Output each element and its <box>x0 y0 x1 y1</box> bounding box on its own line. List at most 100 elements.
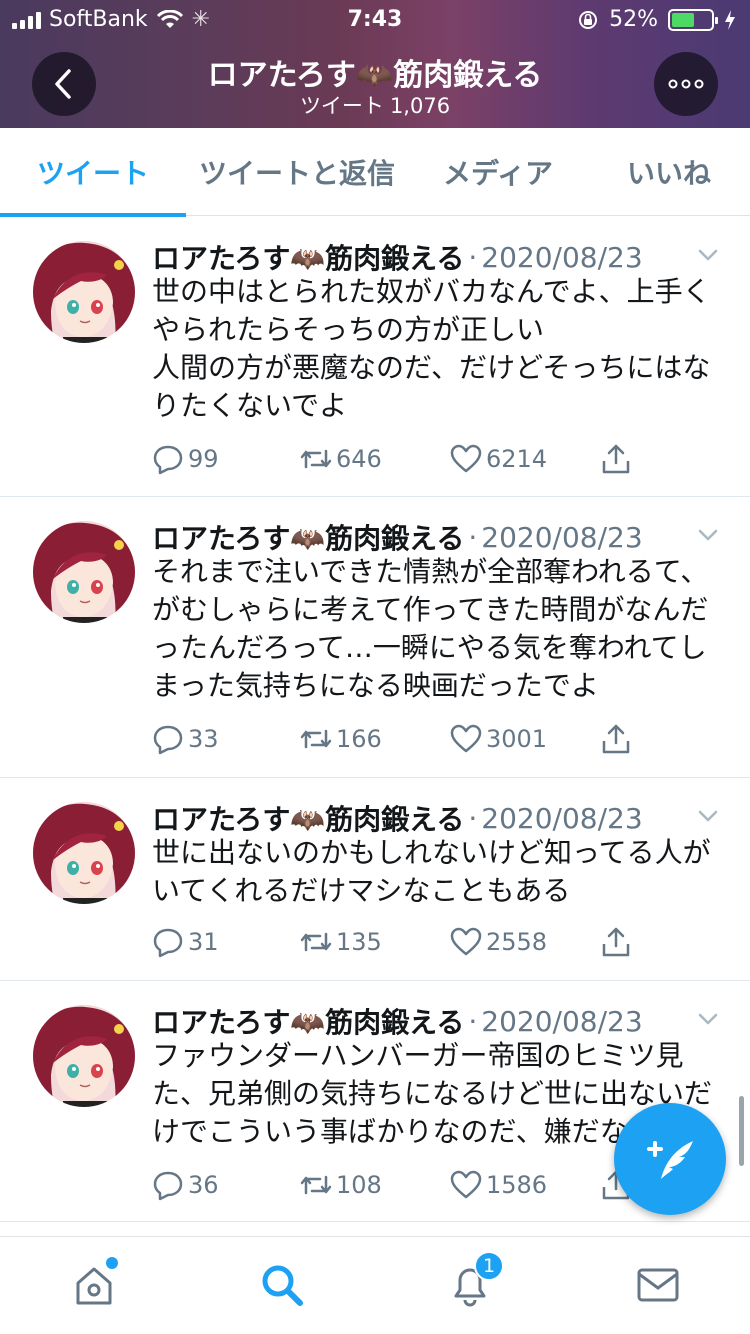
like-count: 6214 <box>486 445 548 473</box>
tweet-menu-chevron-icon[interactable] <box>696 804 720 828</box>
reply-icon <box>152 1169 188 1201</box>
tweet-actions: 99 646 6214 <box>152 443 652 477</box>
tweet-count-label: ツイート <box>299 94 384 118</box>
nav-notifications[interactable]: 1 <box>442 1251 504 1313</box>
retweet-count: 135 <box>336 928 382 956</box>
tweet[interactable]: ロアたろす🦇筋肉鍛える · 2020/08/23 それまで注いできた情熱が全部奪… <box>0 497 750 778</box>
reply-count: 99 <box>188 445 219 473</box>
reply-count: 36 <box>188 1171 219 1199</box>
tweet-author-name[interactable]: ロアたろす🦇筋肉鍛える <box>152 798 464 838</box>
reply-count: 33 <box>188 725 219 753</box>
tweet-text: 世の中はとられた奴がバカなんでよ、上手く やられたらそっちの方が正しい人間の方が悪… <box>152 273 722 425</box>
tab-media[interactable]: メディア <box>408 128 588 216</box>
heart-icon <box>450 443 486 475</box>
separator-dot: · <box>468 801 478 835</box>
retweet-button[interactable]: 166 <box>300 723 382 755</box>
home-icon <box>76 1267 112 1305</box>
heart-icon <box>450 723 486 755</box>
tweet[interactable]: ロアたろす🦇筋肉鍛える · 2020/08/23 世に出ないのかもしれないけど知… <box>0 778 750 981</box>
tweet-author-name[interactable]: ロアたろす🦇筋肉鍛える <box>152 237 464 277</box>
separator-dot: · <box>468 1004 478 1038</box>
orientation-lock-icon <box>579 10 598 29</box>
avatar[interactable] <box>33 241 135 343</box>
battery-percent: 52% <box>609 7 658 32</box>
tweet-text: 世に出ないのかもしれないけど知ってる人が いてくれるだけマシなこともある <box>152 834 722 910</box>
tweet-date: 2020/08/23 <box>481 520 643 554</box>
like-button[interactable]: 3001 <box>450 723 547 755</box>
tweet-author-name[interactable]: ロアたろす🦇筋肉鍛える <box>152 517 464 557</box>
reply-button[interactable]: 36 <box>152 1169 219 1201</box>
tweet-text-line: まった気持ちになる映画だったでよ <box>152 669 599 702</box>
nav-search[interactable] <box>254 1257 310 1313</box>
tab-tweets[interactable]: ツイート <box>0 128 186 217</box>
tab-likes[interactable]: いいね <box>588 128 750 216</box>
tweet-text-line: 人間の方が悪魔なのだ、だけどそっちにはな <box>152 351 711 384</box>
like-button[interactable]: 2558 <box>450 926 547 958</box>
avatar[interactable] <box>33 1005 135 1107</box>
home-unread-dot <box>106 1257 118 1269</box>
reply-icon <box>152 723 188 755</box>
retweet-count: 108 <box>336 1171 382 1199</box>
reply-icon <box>152 443 188 475</box>
tweet-header: ロアたろす🦇筋肉鍛える · 2020/08/23 <box>152 517 643 557</box>
tweet-menu-chevron-icon[interactable] <box>696 523 720 547</box>
battery-icon <box>668 8 718 31</box>
tweet-header: ロアたろす🦇筋肉鍛える · 2020/08/23 <box>152 1001 643 1041</box>
retweet-button[interactable]: 646 <box>300 443 382 475</box>
retweet-count: 166 <box>336 725 382 753</box>
share-button[interactable] <box>600 443 636 475</box>
tweet-menu-chevron-icon[interactable] <box>696 1007 720 1031</box>
reply-button[interactable]: 31 <box>152 926 219 958</box>
share-icon <box>600 926 636 958</box>
profile-name: ロアたろす🦇筋肉鍛える <box>207 58 543 93</box>
tweet-author-name[interactable]: ロアたろす🦇筋肉鍛える <box>152 1001 464 1041</box>
tweet-actions: 36 108 1586 <box>152 1169 652 1203</box>
scrollbar[interactable] <box>739 1096 744 1166</box>
more-options-button[interactable] <box>654 52 718 116</box>
retweet-icon <box>300 926 336 958</box>
share-icon <box>600 723 636 755</box>
tweet-header: ロアたろす🦇筋肉鍛える · 2020/08/23 <box>152 798 643 838</box>
tweet-text-line: た、兄弟側の気持ちになるけど世に出ないだ <box>152 1077 713 1110</box>
retweet-button[interactable]: 108 <box>300 1169 382 1201</box>
bottom-navigation: 1 <box>0 1236 750 1334</box>
reply-icon <box>152 926 188 958</box>
tweet-count: ツイート 1,076 <box>0 90 750 120</box>
tweet[interactable]: ロアたろす🦇筋肉鍛える · 2020/08/23 世の中はとられた奴がバカなんで… <box>0 217 750 497</box>
heart-icon <box>450 1169 486 1201</box>
retweet-button[interactable]: 135 <box>300 926 382 958</box>
avatar[interactable] <box>33 521 135 623</box>
tweet-count-value: 1,076 <box>389 94 451 118</box>
tweet-text-line: それまで注いできた情熱が全部奪われるて、 <box>152 555 709 588</box>
tweet-text-line: ったんだろって…一瞬にやる気を奪われてし <box>152 631 707 664</box>
avatar[interactable] <box>33 802 135 904</box>
nav-messages[interactable] <box>630 1257 686 1313</box>
retweet-icon <box>300 723 336 755</box>
tweet-date: 2020/08/23 <box>481 240 643 274</box>
share-icon <box>600 443 636 475</box>
nav-home[interactable] <box>66 1257 122 1313</box>
heart-icon <box>450 926 486 958</box>
share-button[interactable] <box>600 926 636 958</box>
notification-badge: 1 <box>474 1251 504 1281</box>
like-count: 1586 <box>486 1171 548 1199</box>
status-bar: SoftBank ✳ 7:43 52% <box>0 0 750 40</box>
like-button[interactable]: 1586 <box>450 1169 547 1201</box>
reply-button[interactable]: 99 <box>152 443 219 475</box>
tweet-text-line: 世の中はとられた奴がバカなんでよ、上手く <box>152 275 711 308</box>
retweet-count: 646 <box>336 445 382 473</box>
tweet-actions: 33 166 3001 <box>152 723 652 757</box>
tweet-menu-chevron-icon[interactable] <box>696 243 720 267</box>
retweet-icon <box>300 443 336 475</box>
share-button[interactable] <box>600 723 636 755</box>
compose-quill-icon <box>647 1141 693 1179</box>
tab-tweets-and-replies[interactable]: ツイートと返信 <box>186 128 408 216</box>
tweet-text-line: ファウンダーハンバーガー帝国のヒミツ見 <box>152 1039 684 1072</box>
compose-tweet-button[interactable] <box>614 1103 726 1215</box>
like-button[interactable]: 6214 <box>450 443 547 475</box>
tweet-text-line: がむしゃらに考えて作ってきた時間がなんだ <box>152 593 709 626</box>
reply-button[interactable]: 33 <box>152 723 219 755</box>
retweet-icon <box>300 1169 336 1201</box>
tweet-text-line: やられたらそっちの方が正しい <box>152 313 545 346</box>
tweet-text-line: 世に出ないのかもしれないけど知ってる人が <box>152 836 711 869</box>
